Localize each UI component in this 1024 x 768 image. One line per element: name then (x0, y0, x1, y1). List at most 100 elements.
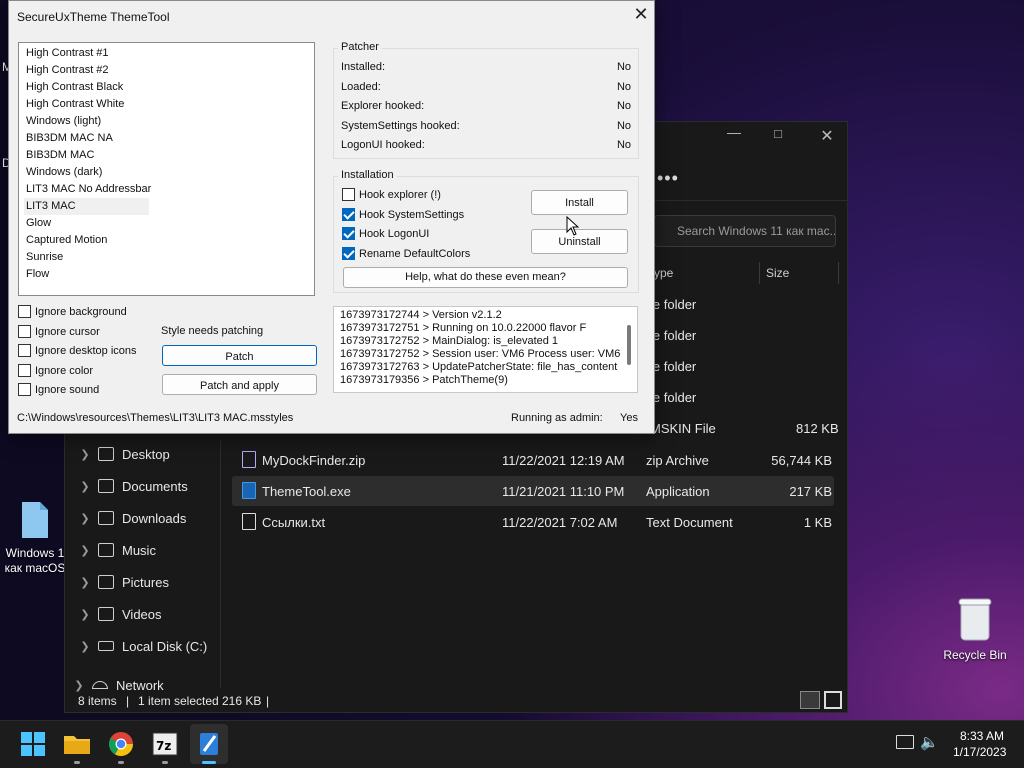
status-selected: 1 item selected (138, 694, 219, 708)
file-type-cell: le folder (650, 359, 697, 374)
themetool-icon[interactable] (192, 727, 226, 761)
table-row[interactable]: Ссылки.txt 11/22/2021 7:02 AM Text Docum… (232, 507, 834, 537)
list-item[interactable]: Captured Motion (24, 232, 149, 249)
list-item[interactable]: Glow (24, 215, 149, 232)
checkbox-label: Hook LogonUI (359, 227, 430, 240)
checkbox-box[interactable] (342, 188, 355, 201)
ignore-sound-checkbox[interactable]: Ignore sound (18, 383, 99, 396)
checkbox-box[interactable] (18, 325, 31, 338)
list-item[interactable]: BIB3DM MAC (24, 147, 149, 164)
chevron-right-icon[interactable]: ❯ (72, 480, 98, 493)
install-button[interactable]: Install (531, 190, 628, 215)
list-item[interactable]: LIT3 MAC No Addressbar (24, 181, 151, 198)
checkbox-box[interactable] (18, 364, 31, 377)
desktop-icon-recycle-bin[interactable]: Recycle Bin (940, 596, 1010, 662)
log-scrollbar[interactable] (627, 325, 631, 365)
file-name: MyDockFinder.zip (262, 453, 366, 468)
minimize-icon[interactable]: — (724, 124, 744, 142)
ignore-background-checkbox[interactable]: Ignore background (18, 305, 127, 318)
file-type-cell: le folder (650, 297, 697, 312)
drive-icon (98, 641, 114, 651)
hook-explorer-checkbox[interactable]: Hook explorer (!) (342, 188, 441, 201)
file-explorer-icon[interactable] (60, 727, 94, 761)
list-item[interactable]: High Contrast Black (24, 79, 149, 96)
chrome-icon[interactable] (104, 727, 138, 761)
more-options-icon[interactable]: ••• (657, 168, 679, 189)
network-icon[interactable] (896, 735, 914, 749)
patch-and-apply-button[interactable]: Patch and apply (162, 374, 317, 395)
themetool-dialog[interactable]: SecureUxTheme ThemeTool ✕ High Contrast … (8, 0, 655, 434)
sidebar-item-label: Videos (122, 606, 162, 622)
list-item[interactable]: BIB3DM MAC NA (24, 130, 149, 147)
patcher-row-systemsettings-hooked: SystemSettings hooked: No (341, 120, 631, 132)
sidebar-item-downloads[interactable]: ❯ Downloads (72, 504, 212, 532)
chevron-right-icon[interactable]: ❯ (72, 448, 98, 461)
sidebar-item-documents[interactable]: ❯ Documents (72, 472, 212, 500)
checkbox-box[interactable] (342, 227, 355, 240)
log-output[interactable]: 1673973172744 > Version v2.1.2 167397317… (333, 306, 638, 393)
clock-date[interactable]: 1/17/2023 (953, 745, 1006, 759)
desktop-icon-label: Windows 1 как macOS (4, 546, 66, 575)
sidebar-item-desktop[interactable]: ❯ Desktop (72, 440, 212, 468)
mouse-cursor-icon (566, 216, 579, 236)
close-icon[interactable]: ✕ (812, 126, 842, 145)
chevron-right-icon[interactable]: ❯ (72, 544, 98, 557)
hook-logonui-checkbox[interactable]: Hook LogonUI (342, 227, 429, 240)
list-item[interactable]: Sunrise (24, 249, 149, 266)
style-status-label: Style needs patching (161, 325, 264, 337)
file-size: 217 KB (789, 484, 832, 499)
column-header-size[interactable]: Size (766, 266, 789, 280)
ignore-color-checkbox[interactable]: Ignore color (18, 364, 93, 377)
rename-defaultcolors-checkbox[interactable]: Rename DefaultColors (342, 247, 470, 260)
list-item-selected[interactable]: LIT3 MAC (24, 198, 149, 215)
checkbox-box[interactable] (342, 247, 355, 260)
checkbox-box[interactable] (18, 305, 31, 318)
sidebar-item-local-disk[interactable]: ❯ Local Disk (C:) (72, 632, 212, 660)
volume-icon[interactable]: 🔈 (920, 733, 939, 751)
clock-time[interactable]: 8:33 AM (960, 729, 1004, 743)
search-input[interactable]: Search Windows 11 как mac... (654, 215, 836, 247)
list-item[interactable]: Windows (light) (24, 113, 149, 130)
list-item[interactable]: High Contrast #2 (24, 62, 149, 79)
chevron-right-icon[interactable]: ❯ (72, 576, 98, 589)
log-line: 1673973172744 > Version v2.1.2 (340, 309, 502, 321)
uninstall-button[interactable]: Uninstall (531, 229, 628, 254)
patcher-value: No (616, 61, 631, 73)
patch-button[interactable]: Patch (162, 345, 317, 366)
details-view-icon[interactable] (800, 691, 820, 709)
ignore-cursor-checkbox[interactable]: Ignore cursor (18, 325, 100, 338)
checkbox-label: Ignore background (35, 305, 127, 318)
tiles-view-icon[interactable] (824, 691, 842, 709)
help-button[interactable]: Help, what do these even mean? (343, 267, 628, 288)
checkbox-label: Ignore cursor (35, 325, 100, 338)
ignore-desktop-icons-checkbox[interactable]: Ignore desktop icons (18, 344, 137, 357)
chevron-right-icon[interactable]: ❯ (72, 512, 98, 525)
list-item[interactable]: High Contrast White (24, 96, 149, 113)
table-row[interactable]: MyDockFinder.zip 11/22/2021 12:19 AM zip… (232, 445, 834, 475)
list-item[interactable]: Windows (dark) (24, 164, 149, 181)
close-icon[interactable]: ✕ (631, 4, 651, 26)
start-icon[interactable] (16, 727, 50, 761)
7zip-icon[interactable]: 7z (148, 727, 182, 761)
checkbox-box[interactable] (342, 208, 355, 221)
checkbox-label: Rename DefaultColors (359, 247, 471, 260)
hook-systemsettings-checkbox[interactable]: Hook SystemSettings (342, 208, 464, 221)
column-header-type[interactable]: ype (654, 266, 673, 280)
desktop-icon-windows11[interactable]: Windows 1 как macOS (2, 500, 68, 576)
maximize-icon[interactable]: □ (768, 126, 788, 144)
sidebar-item-music[interactable]: ❯ Music (72, 536, 212, 564)
sidebar-item-videos[interactable]: ❯ Videos (72, 600, 212, 628)
list-item[interactable]: High Contrast #1 (24, 45, 149, 62)
checkbox-box[interactable] (18, 383, 31, 396)
file-date: 11/22/2021 12:19 AM (502, 453, 625, 468)
theme-list[interactable]: High Contrast #1 High Contrast #2 High C… (18, 42, 315, 296)
table-row[interactable]: ThemeTool.exe 11/21/2021 11:10 PM Applic… (232, 476, 834, 506)
checkbox-box[interactable] (18, 344, 31, 357)
file-icon (22, 502, 48, 538)
chevron-right-icon[interactable]: ❯ (72, 608, 98, 621)
chevron-right-icon[interactable]: ❯ (72, 640, 98, 653)
installation-group-title: Installation (338, 169, 397, 181)
file-name: ThemeTool.exe (262, 484, 351, 499)
list-item[interactable]: Flow (24, 266, 149, 283)
sidebar-item-pictures[interactable]: ❯ Pictures (72, 568, 212, 596)
